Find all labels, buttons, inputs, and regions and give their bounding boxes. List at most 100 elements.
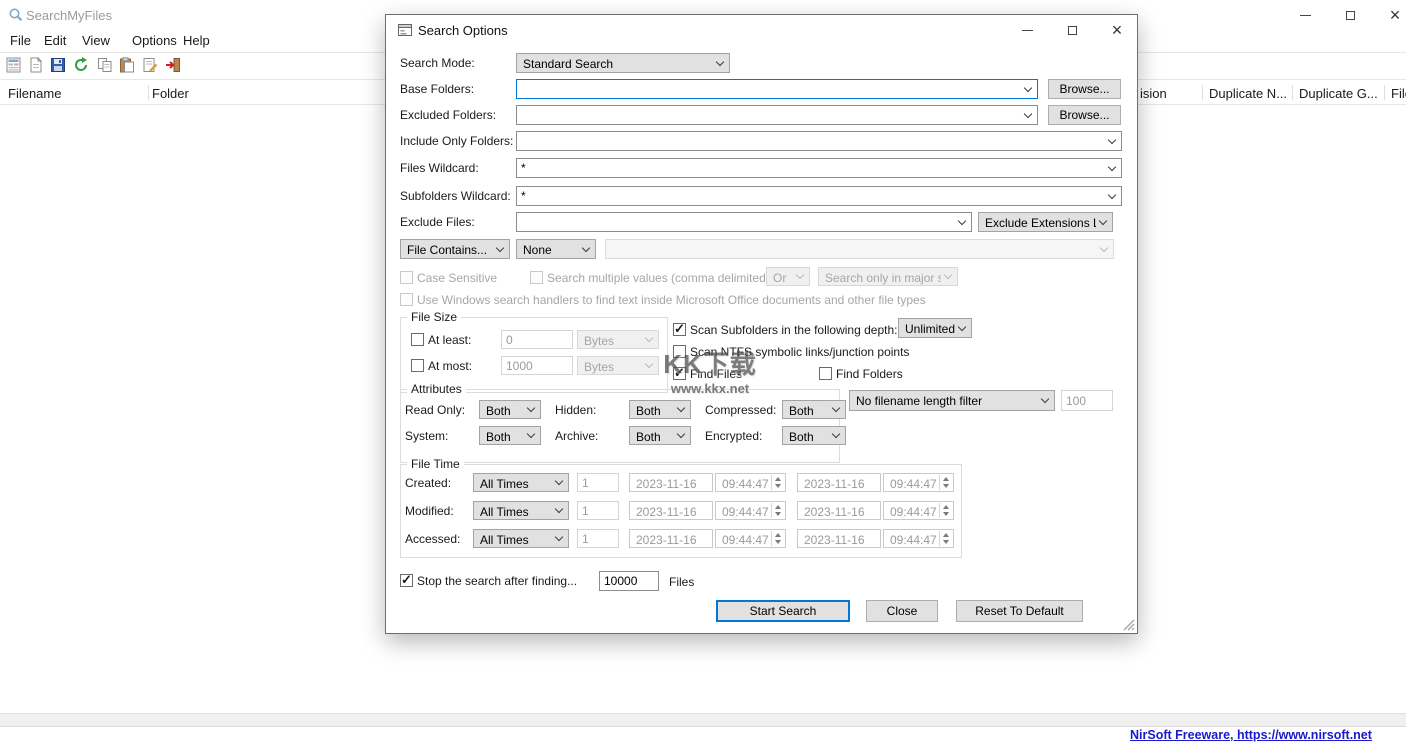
column-folder[interactable]: Folder <box>152 86 189 101</box>
file-contains-select[interactable]: File Contains... <box>400 239 510 259</box>
properties-icon[interactable] <box>142 57 158 73</box>
start-search-button[interactable]: Start Search <box>716 600 850 622</box>
scan-subfolders-checkbox[interactable] <box>673 323 686 336</box>
dialog-title: Search Options <box>418 23 508 38</box>
search-mode-select[interactable]: Standard Search <box>516 53 730 73</box>
exit-icon[interactable] <box>165 57 181 73</box>
subfolders-wildcard-input[interactable] <box>521 188 1103 204</box>
column-duplicate-name[interactable]: Duplicate N... <box>1209 86 1287 101</box>
at-least-value-field <box>501 330 573 349</box>
spinner[interactable] <box>939 531 952 546</box>
chevron-down-icon <box>527 404 535 412</box>
close-button[interactable]: Close <box>866 600 938 622</box>
resize-grip[interactable] <box>1122 618 1135 631</box>
created-mode-select[interactable]: All Times <box>473 473 569 492</box>
at-least-checkbox[interactable] <box>411 333 424 346</box>
spinner[interactable] <box>771 475 784 490</box>
menu-options[interactable]: Options <box>132 33 177 48</box>
base-folders-input[interactable] <box>521 81 1019 97</box>
chevron-down-icon <box>555 477 563 485</box>
spinner[interactable] <box>771 531 784 546</box>
modified-date-to: 2023-11-16 <box>797 501 881 520</box>
minimize-icon <box>1022 30 1033 31</box>
read-only-select[interactable]: Both <box>479 400 541 419</box>
menu-edit[interactable]: Edit <box>44 33 66 48</box>
system-select[interactable]: Both <box>479 426 541 445</box>
find-files-label: Find Files <box>690 367 742 381</box>
spinner[interactable] <box>939 475 952 490</box>
chevron-down-icon <box>1108 190 1116 198</box>
find-folders-checkbox[interactable] <box>819 367 832 380</box>
maximize-icon <box>1068 26 1077 35</box>
dialog-titlebar: Search Options × <box>386 15 1137 45</box>
chevron-down-icon <box>944 271 952 279</box>
chevron-down-icon <box>555 505 563 513</box>
ntfs-links-checkbox[interactable] <box>673 345 686 358</box>
base-folders-combo[interactable] <box>516 79 1038 99</box>
created-date-from: 2023-11-16 <box>629 473 713 492</box>
archive-select[interactable]: Both <box>629 426 691 445</box>
dialog-close-button[interactable]: × <box>1108 21 1126 39</box>
modified-time-to: 09:44:47 <box>883 501 954 520</box>
nirsoft-link[interactable]: NirSoft Freeware, https://www.nirsoft.ne… <box>1130 728 1372 742</box>
files-wildcard-combo[interactable] <box>516 158 1122 178</box>
chevron-down-icon <box>958 322 966 330</box>
content-search-combo <box>605 239 1114 259</box>
excluded-folders-browse-button[interactable]: Browse... <box>1048 105 1121 125</box>
subfolders-wildcard-combo[interactable] <box>516 186 1122 206</box>
subfolder-depth-select[interactable]: Unlimited <box>898 318 972 338</box>
menu-view[interactable]: View <box>82 33 110 48</box>
excluded-folders-combo[interactable] <box>516 105 1038 125</box>
content-type-select[interactable]: None <box>516 239 596 259</box>
filename-length-filter-select[interactable]: No filename length filter <box>849 390 1055 411</box>
column-file-partial[interactable]: File <box>1391 86 1406 101</box>
files-wildcard-input[interactable] <box>521 160 1103 176</box>
main-minimize-button[interactable] <box>1296 6 1314 24</box>
reset-to-default-button[interactable]: Reset To Default <box>956 600 1083 622</box>
horizontal-scrollbar[interactable] <box>0 713 1406 727</box>
stop-search-count-field[interactable] <box>599 571 659 591</box>
modified-mode-select[interactable]: All Times <box>473 501 569 520</box>
menu-file[interactable]: File <box>10 33 31 48</box>
dialog-maximize-button[interactable] <box>1063 21 1081 39</box>
refresh-icon[interactable] <box>73 57 89 73</box>
column-extension-partial[interactable]: ision <box>1140 86 1167 101</box>
include-only-folders-input[interactable] <box>521 133 1103 149</box>
hidden-select[interactable]: Both <box>629 400 691 419</box>
report-icon[interactable] <box>6 57 22 73</box>
find-files-checkbox[interactable] <box>673 367 686 380</box>
archive-label: Archive: <box>555 429 598 443</box>
excluded-folders-input[interactable] <box>521 107 1019 123</box>
modified-label: Modified: <box>405 504 454 518</box>
spinner[interactable] <box>939 503 952 518</box>
stop-search-checkbox[interactable] <box>400 574 413 587</box>
new-document-icon[interactable] <box>28 57 44 73</box>
case-sensitive-label: Case Sensitive <box>417 271 497 285</box>
exclude-extensions-list-select[interactable]: Exclude Extensions List <box>978 212 1113 232</box>
save-icon[interactable] <box>50 57 66 73</box>
menu-help[interactable]: Help <box>183 33 210 48</box>
accessed-mode-select[interactable]: All Times <box>473 529 569 548</box>
include-only-folders-combo[interactable] <box>516 131 1122 151</box>
chevron-down-icon <box>832 430 840 438</box>
exclude-files-combo[interactable] <box>516 212 972 232</box>
column-filename[interactable]: Filename <box>8 86 61 101</box>
paste-icon[interactable] <box>119 57 135 73</box>
encrypted-select[interactable]: Both <box>782 426 846 445</box>
column-duplicate-group[interactable]: Duplicate G... <box>1299 86 1378 101</box>
main-maximize-button[interactable] <box>1341 6 1359 24</box>
chevron-down-icon <box>832 404 840 412</box>
case-sensitive-checkbox <box>400 271 413 284</box>
dialog-minimize-button[interactable] <box>1018 21 1036 39</box>
compressed-select[interactable]: Both <box>782 400 846 419</box>
main-close-button[interactable]: × <box>1386 6 1404 24</box>
spinner[interactable] <box>771 503 784 518</box>
copy-icon[interactable] <box>97 57 113 73</box>
chevron-down-icon <box>582 243 590 251</box>
chevron-down-icon <box>527 430 535 438</box>
at-most-checkbox[interactable] <box>411 359 424 372</box>
exclude-files-input[interactable] <box>521 214 953 230</box>
hidden-label: Hidden: <box>555 403 596 417</box>
stop-search-suffix-label: Files <box>669 575 694 589</box>
base-folders-browse-button[interactable]: Browse... <box>1048 79 1121 99</box>
